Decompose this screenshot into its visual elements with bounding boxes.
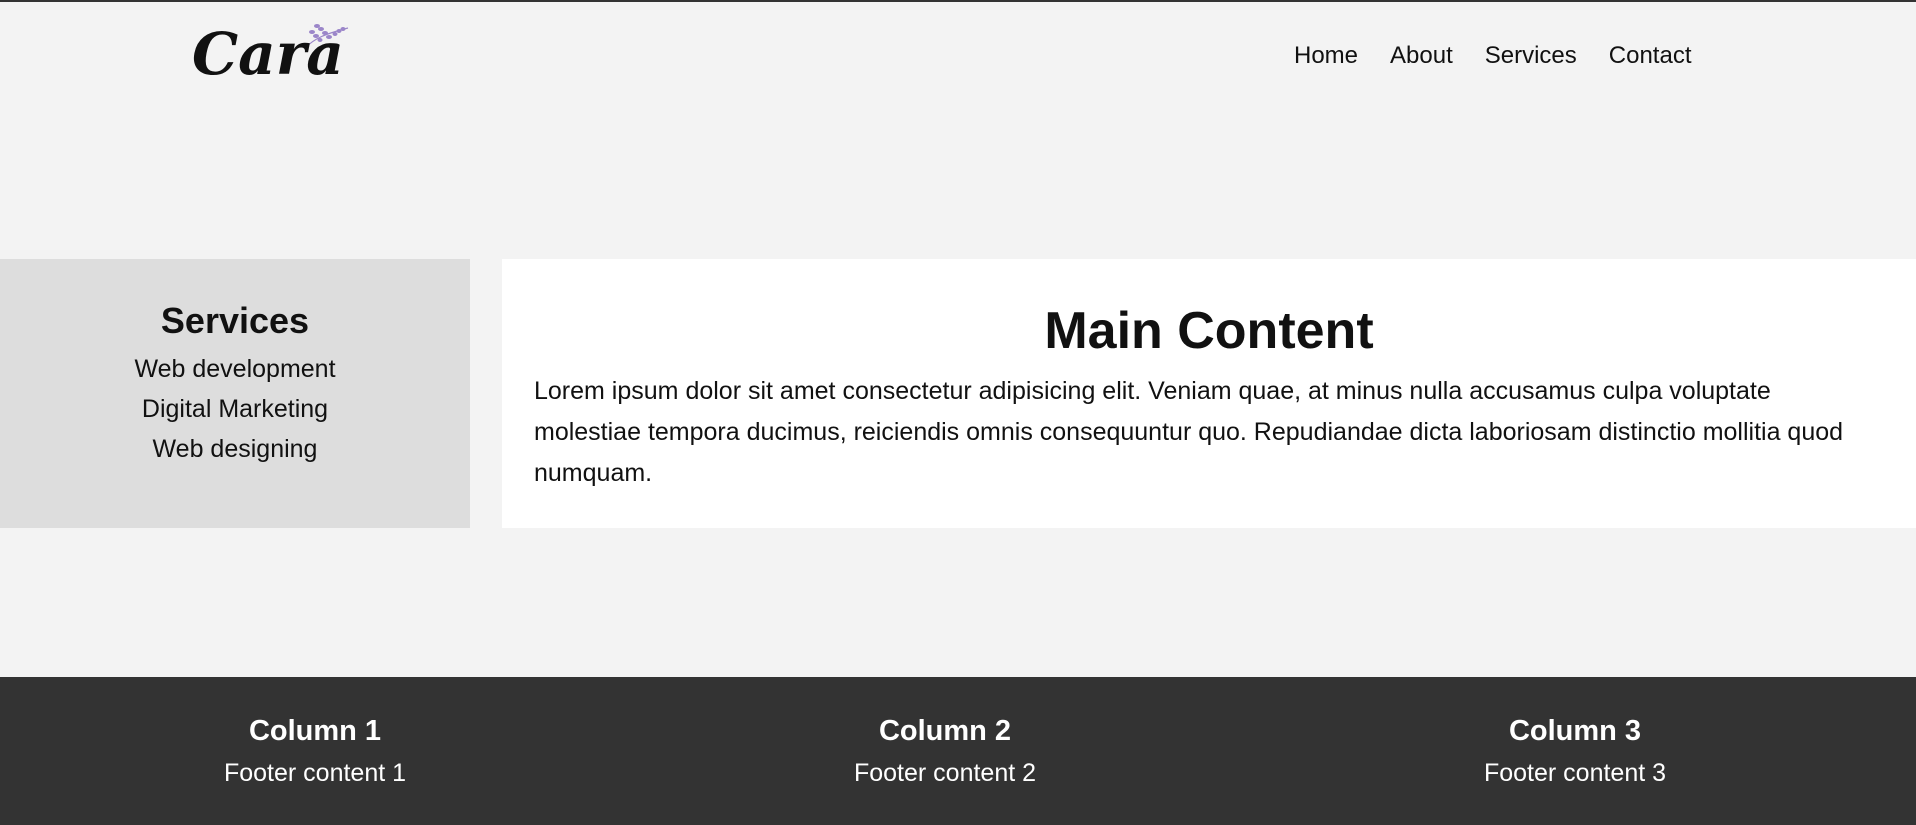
nav-about-link[interactable]: About <box>1390 40 1453 72</box>
site-header: Cara Home About Services Contact <box>0 2 1916 108</box>
main-nav: Home About Services Contact <box>1294 40 1692 72</box>
service-item-web-development: Web development <box>134 355 336 383</box>
footer-column-content: Footer content 2 <box>853 759 1037 787</box>
main-content: Main Content Lorem ipsum dolor sit amet … <box>502 259 1916 528</box>
services-list: Web development Digital Marketing Web de… <box>0 349 470 469</box>
lavender-logo-icon: Cara <box>192 20 349 86</box>
footer-column-1: Column 1 Footer content 1 <box>0 677 630 825</box>
main-paragraph: Lorem ipsum dolor sit amet consectetur a… <box>534 377 1844 487</box>
service-item-web-designing: Web designing <box>152 435 318 463</box>
cara-logo[interactable]: Cara <box>190 16 350 86</box>
footer-column-title: Column 2 <box>878 715 1012 747</box>
svg-text:Cara: Cara <box>192 20 344 86</box>
footer-column-2: Column 2 Footer content 2 <box>630 677 1260 825</box>
footer-column-content: Footer content 1 <box>223 759 407 787</box>
nav-home-link[interactable]: Home <box>1294 40 1358 72</box>
sidebar-title: Services <box>160 300 310 341</box>
nav-services-link[interactable]: Services <box>1485 40 1577 72</box>
nav-contact-link[interactable]: Contact <box>1609 40 1692 72</box>
footer-column-title: Column 3 <box>1508 715 1642 747</box>
footer-column-title: Column 1 <box>248 715 382 747</box>
main-title: Main Content <box>1044 302 1374 360</box>
service-item-digital-marketing: Digital Marketing <box>141 395 329 423</box>
footer-column-3: Column 3 Footer content 3 <box>1260 677 1890 825</box>
footer-column-content: Footer content 3 <box>1483 759 1667 787</box>
services-sidebar: Services Web development Digital Marketi… <box>0 259 470 528</box>
site-footer: Column 1 Footer content 1 Column 2 Foote… <box>0 677 1916 825</box>
